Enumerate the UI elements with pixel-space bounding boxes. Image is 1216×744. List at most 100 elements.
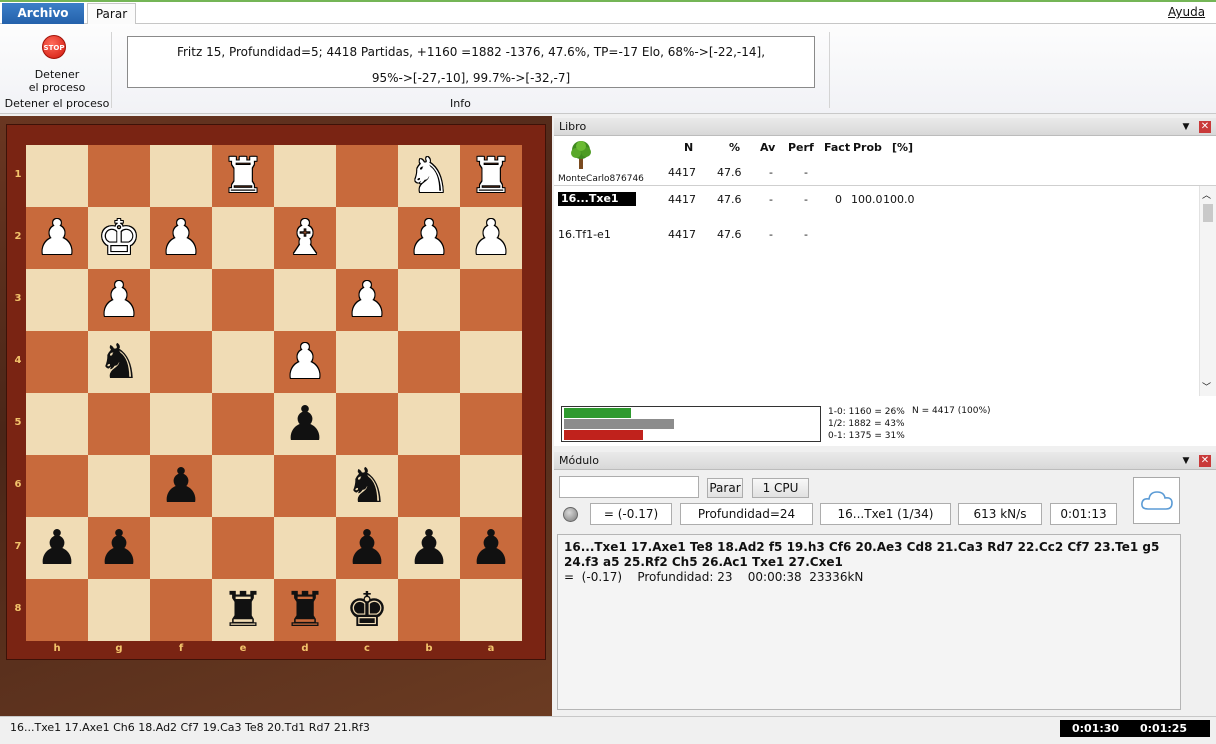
cloud-button[interactable] — [1133, 477, 1180, 524]
piece-c8[interactable]: ♚ — [336, 579, 398, 641]
engine-output[interactable]: 16...Txe1 17.Axe1 Te8 18.Ad2 f5 19.h3 Cf… — [557, 534, 1181, 710]
square-e5[interactable] — [212, 393, 274, 455]
square-c4[interactable] — [336, 331, 398, 393]
col-pct[interactable]: % — [729, 141, 740, 154]
square-f1[interactable] — [150, 145, 212, 207]
piece-g7[interactable]: ♟ — [88, 517, 150, 579]
square-e7[interactable] — [212, 517, 274, 579]
square-a5[interactable] — [460, 393, 522, 455]
square-a3[interactable] — [460, 269, 522, 331]
piece-e1[interactable]: ♜ — [212, 145, 274, 207]
piece-d8[interactable]: ♜ — [274, 579, 336, 641]
tab-parar[interactable]: Parar — [87, 3, 136, 25]
square-g1[interactable] — [88, 145, 150, 207]
stop-label-line2: el proceso — [28, 81, 86, 94]
piece-g3[interactable]: ♟ — [88, 269, 150, 331]
table-row[interactable]: 16.Tf1-e1 4417 47.6 - - — [554, 228, 1199, 244]
square-c5[interactable] — [336, 393, 398, 455]
piece-a2[interactable]: ♟ — [460, 207, 522, 269]
square-a4[interactable] — [460, 331, 522, 393]
piece-g2[interactable]: ♚ — [88, 207, 150, 269]
book-move[interactable]: 16...Txe1 — [558, 192, 636, 206]
square-d7[interactable] — [274, 517, 336, 579]
libro-scrollbar[interactable]: ︿ ﹀ — [1199, 186, 1216, 396]
square-b5[interactable] — [398, 393, 460, 455]
piece-e8[interactable]: ♜ — [212, 579, 274, 641]
square-c1[interactable] — [336, 145, 398, 207]
square-c2[interactable] — [336, 207, 398, 269]
square-g5[interactable] — [88, 393, 150, 455]
square-a6[interactable] — [460, 455, 522, 517]
piece-a7[interactable]: ♟ — [460, 517, 522, 579]
square-a8[interactable] — [460, 579, 522, 641]
scroll-down-icon[interactable]: ﹀ — [1202, 380, 1211, 393]
square-d6[interactable] — [274, 455, 336, 517]
piece-h2[interactable]: ♟ — [26, 207, 88, 269]
col-perf[interactable]: Perf — [788, 141, 814, 154]
piece-d2[interactable]: ♝ — [274, 207, 336, 269]
pv-info: = (-0.17) Profundidad: 23 00:00:38 23336… — [564, 570, 864, 584]
square-f5[interactable] — [150, 393, 212, 455]
square-b8[interactable] — [398, 579, 460, 641]
engine-led-icon[interactable] — [563, 507, 578, 522]
engine-time-field: 0:01:13 — [1050, 503, 1117, 525]
tab-archivo[interactable]: Archivo — [2, 3, 84, 24]
piece-b2[interactable]: ♟ — [398, 207, 460, 269]
square-h5[interactable] — [26, 393, 88, 455]
scroll-up-icon[interactable]: ︿ — [1202, 188, 1211, 201]
piece-g4[interactable]: ♞ — [88, 331, 150, 393]
piece-a1[interactable]: ♜ — [460, 145, 522, 207]
cpu-button[interactable]: 1 CPU — [752, 478, 809, 498]
col-prob[interactable]: Prob — [853, 141, 882, 154]
help-link[interactable]: Ayuda — [1168, 5, 1205, 19]
square-f8[interactable] — [150, 579, 212, 641]
square-h3[interactable] — [26, 269, 88, 331]
square-b6[interactable] — [398, 455, 460, 517]
stop-icon[interactable]: STOP — [42, 35, 66, 59]
square-g8[interactable] — [88, 579, 150, 641]
col-n[interactable]: N — [684, 141, 693, 154]
square-h8[interactable] — [26, 579, 88, 641]
piece-c6[interactable]: ♞ — [336, 455, 398, 517]
libro-close-icon[interactable]: ✕ — [1199, 121, 1211, 133]
piece-d5[interactable]: ♟ — [274, 393, 336, 455]
square-f4[interactable] — [150, 331, 212, 393]
square-g6[interactable] — [88, 455, 150, 517]
book-move[interactable]: 16.Tf1-e1 — [558, 228, 611, 241]
piece-c3[interactable]: ♟ — [336, 269, 398, 331]
square-f3[interactable] — [150, 269, 212, 331]
square-e6[interactable] — [212, 455, 274, 517]
piece-f2[interactable]: ♟ — [150, 207, 212, 269]
piece-d4[interactable]: ♟ — [274, 331, 336, 393]
scroll-thumb[interactable] — [1203, 204, 1213, 222]
square-d3[interactable] — [274, 269, 336, 331]
piece-f6[interactable]: ♟ — [150, 455, 212, 517]
modulo-close-icon[interactable]: ✕ — [1199, 455, 1211, 467]
engine-stop-button[interactable]: Parar — [707, 478, 743, 498]
col-prob-pct[interactable]: [%] — [892, 141, 913, 154]
col-fact[interactable]: Fact — [824, 141, 850, 154]
piece-h7[interactable]: ♟ — [26, 517, 88, 579]
square-h1[interactable] — [26, 145, 88, 207]
stat-black: 0-1: 1375 = 31% — [828, 431, 905, 441]
modulo-dropdown-icon[interactable]: ▼ — [1180, 455, 1192, 467]
chess-board[interactable]: ♜ ♞ ♜ ♟ ♚ ♟ ♝ ♟ ♟ ♟ ♟ ♞ ♟ ♟ ♟ ♞ ♟ ♟ ♟ ♟ ♟ ♜ ♜ ♚ — [26, 145, 522, 641]
square-b4[interactable] — [398, 331, 460, 393]
table-row[interactable]: 16...Txe1 4417 47.6 - - 0 100.0 100.0 — [554, 192, 1199, 208]
col-av[interactable]: Av — [760, 141, 775, 154]
rank-label: 2 — [14, 231, 22, 242]
square-e4[interactable] — [212, 331, 274, 393]
square-h4[interactable] — [26, 331, 88, 393]
engine-name-field[interactable] — [559, 476, 699, 498]
square-d1[interactable] — [274, 145, 336, 207]
square-e2[interactable] — [212, 207, 274, 269]
square-b3[interactable] — [398, 269, 460, 331]
square-f7[interactable] — [150, 517, 212, 579]
piece-c7[interactable]: ♟ — [336, 517, 398, 579]
piece-b1[interactable]: ♞ — [398, 145, 460, 207]
square-e3[interactable] — [212, 269, 274, 331]
libro-dropdown-icon[interactable]: ▼ — [1180, 121, 1192, 133]
stop-process-button[interactable]: Detener el proceso — [8, 68, 106, 94]
square-h6[interactable] — [26, 455, 88, 517]
piece-b7[interactable]: ♟ — [398, 517, 460, 579]
